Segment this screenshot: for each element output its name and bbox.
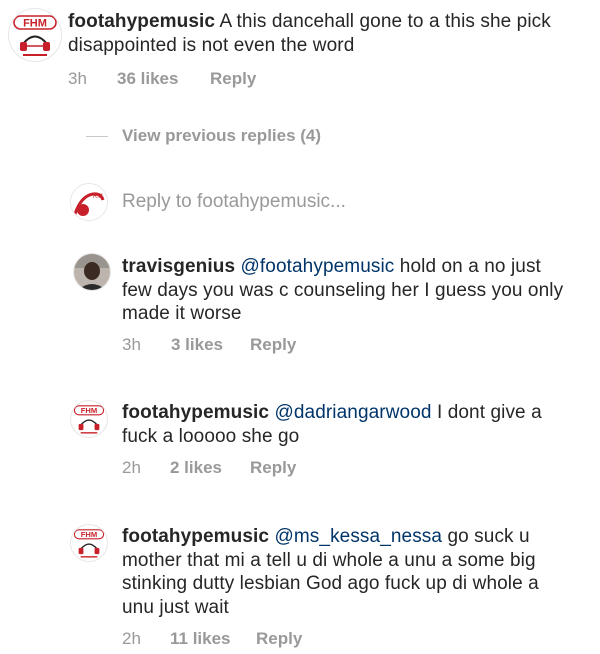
travisgenius-avatar[interactable] bbox=[73, 253, 111, 291]
reply-comment-3: footahypemusic @ms_kessa_nessa go suck u… bbox=[122, 525, 572, 619]
reply-3-reply-button[interactable]: Reply bbox=[256, 628, 302, 650]
fhm-logo-icon: FHM bbox=[13, 15, 57, 56]
reply-1-username[interactable]: travisgenius bbox=[122, 256, 235, 277]
fhm-logo-icon: FHM bbox=[73, 529, 105, 558]
logo-text: FHM bbox=[81, 406, 97, 415]
reply-1-reply-button[interactable]: Reply bbox=[250, 334, 296, 356]
reply-1-meta: 3h 3 likes Reply bbox=[122, 334, 522, 356]
own-profile-icon: RM bbox=[71, 184, 107, 220]
main-comment-reply-button[interactable]: Reply bbox=[210, 68, 256, 90]
fhm-avatar-reply-3[interactable]: FHM bbox=[70, 524, 108, 562]
reply-2-username[interactable]: footahypemusic bbox=[122, 402, 269, 423]
logo-text: FHM bbox=[81, 530, 97, 539]
person-photo-icon bbox=[74, 254, 110, 290]
reply-1-time: 3h bbox=[122, 335, 141, 354]
fhm-avatar-reply-2[interactable]: FHM bbox=[70, 400, 108, 438]
main-comment-meta: 3h 36 likes Reply bbox=[68, 68, 468, 90]
main-comment-time: 3h bbox=[68, 69, 87, 88]
reply-3-likes[interactable]: 11 likes bbox=[170, 628, 231, 650]
reply-comment-1: travisgenius @footahypemusic hold on a n… bbox=[122, 255, 572, 326]
reply-3-username[interactable]: footahypemusic bbox=[122, 526, 269, 547]
reply-2-likes[interactable]: 2 likes bbox=[170, 457, 222, 479]
reply-3-mention[interactable]: @ms_kessa_nessa bbox=[274, 526, 442, 547]
main-comment: footahypemusic A this dancehall gone to … bbox=[68, 10, 568, 57]
reply-input[interactable] bbox=[122, 190, 562, 214]
reply-2-time: 2h bbox=[122, 458, 141, 477]
reply-comment-2: footahypemusic @dadriangarwood I dont gi… bbox=[122, 401, 572, 448]
reply-2-mention[interactable]: @dadriangarwood bbox=[274, 402, 431, 423]
view-previous-divider bbox=[86, 136, 108, 137]
fhm-logo-icon: FHM bbox=[73, 405, 105, 434]
svg-text:RM: RM bbox=[93, 194, 102, 200]
reply-3-meta: 2h 11 likes Reply bbox=[122, 628, 522, 650]
own-avatar: RM bbox=[70, 183, 108, 221]
reply-2-meta: 2h 2 likes Reply bbox=[122, 457, 522, 479]
reply-1-likes[interactable]: 3 likes bbox=[171, 334, 223, 356]
reply-3-time: 2h bbox=[122, 629, 141, 648]
logo-text: FHM bbox=[23, 18, 47, 30]
reply-2-reply-button[interactable]: Reply bbox=[250, 457, 296, 479]
main-comment-username[interactable]: footahypemusic bbox=[68, 11, 215, 32]
main-comment-likes[interactable]: 36 likes bbox=[117, 68, 178, 90]
reply-1-mention[interactable]: @footahypemusic bbox=[241, 256, 395, 277]
fhm-avatar[interactable]: FHM bbox=[8, 8, 62, 62]
view-previous-replies-link[interactable]: View previous replies (4) bbox=[122, 126, 321, 146]
